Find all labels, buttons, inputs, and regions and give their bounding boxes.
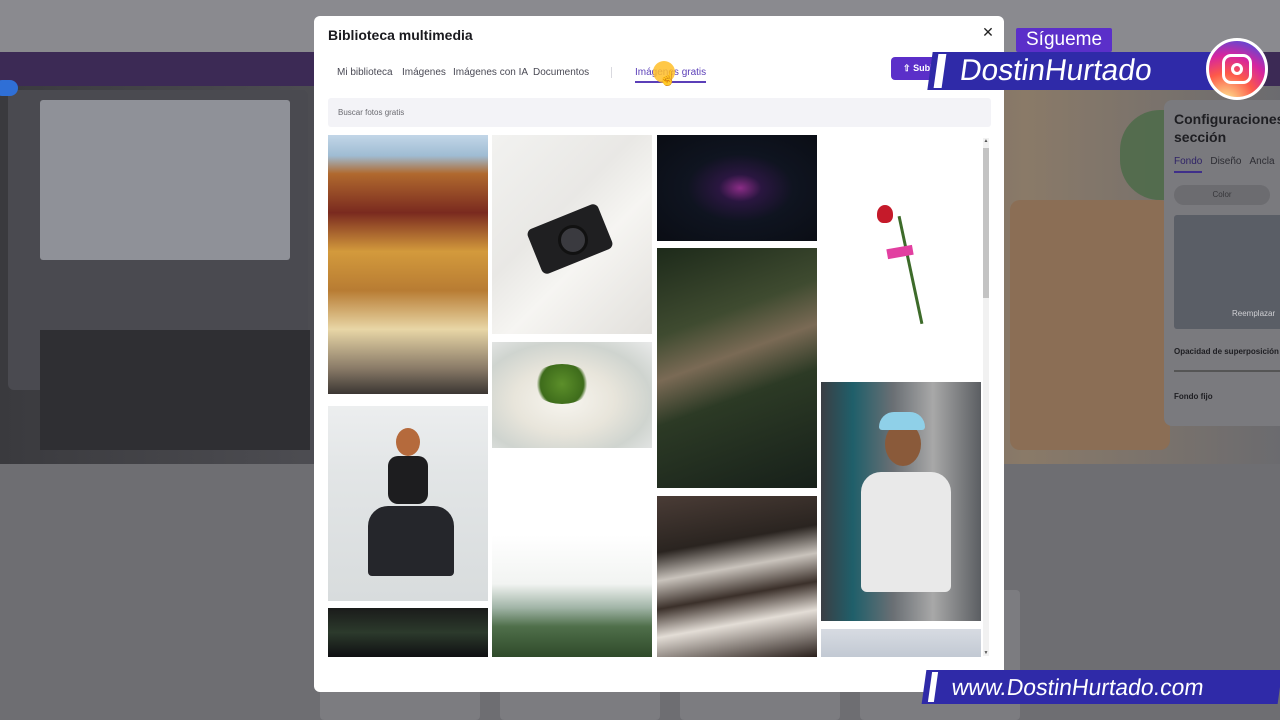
media-library-modal: Biblioteca multimedia ✕ Mi biblioteca Im… (314, 16, 1004, 692)
color-button[interactable]: Color (1174, 185, 1270, 205)
upload-icon: ⇧ (903, 63, 911, 73)
section-settings-panel: Configuraciones sección Fondo Diseño Anc… (1164, 100, 1280, 426)
image-woman-sitting[interactable] (328, 406, 488, 601)
settings-tab-diseno[interactable]: Diseño (1210, 156, 1241, 173)
fixed-background-label: Fondo fijo (1174, 392, 1213, 401)
settings-tab-fondo[interactable]: Fondo (1174, 156, 1203, 173)
image-grid (328, 135, 981, 657)
bg-cup (1010, 200, 1170, 450)
tab-separator (611, 67, 612, 78)
bg-laptop-screen (40, 100, 290, 260)
scrollbar-thumb[interactable] (983, 148, 989, 298)
image-beach-waves[interactable] (657, 496, 817, 657)
settings-tab-ancla[interactable]: Ancla (1250, 156, 1275, 173)
image-camera[interactable] (492, 135, 652, 334)
scroll-down-icon[interactable]: ▼ (983, 650, 989, 656)
image-food-plate[interactable] (492, 342, 652, 448)
image-motion-blur[interactable] (657, 248, 817, 488)
search-input[interactable] (328, 98, 991, 127)
social-overlay: Sígueme DostinHurtado (927, 28, 1280, 108)
tab-documentos[interactable]: Documentos (533, 67, 589, 78)
website-banner: www.DostinHurtado.com (921, 670, 1280, 704)
instagram-icon (1206, 38, 1268, 100)
replace-label[interactable]: Reemplazar (1232, 309, 1275, 318)
tab-mi-biblioteca[interactable]: Mi biblioteca (337, 67, 393, 78)
scrollbar[interactable]: ▲ ▼ (983, 138, 989, 656)
scroll-up-icon[interactable]: ▲ (983, 138, 989, 144)
tab-imagenes[interactable]: Imágenes (402, 67, 446, 78)
settings-tabs: Fondo Diseño Ancla (1174, 156, 1280, 173)
image-blank[interactable] (492, 455, 652, 535)
image-mountain[interactable] (492, 535, 652, 657)
settings-title: Configuraciones sección (1174, 111, 1280, 145)
image-man-cap[interactable] (821, 382, 981, 621)
image-dark-lights[interactable] (328, 608, 488, 657)
image-jellyfish[interactable] (657, 135, 817, 241)
image-temple[interactable] (328, 135, 488, 394)
hand-cursor-icon: ☝ (659, 70, 677, 86)
section-pill (0, 80, 18, 96)
image-sky[interactable] (821, 629, 981, 657)
background-preview[interactable]: Reemplazar (1174, 215, 1280, 329)
handle-banner: DostinHurtado (927, 52, 1233, 90)
tab-imagenes-ia[interactable]: Imágenes con IA (453, 67, 528, 78)
opacity-label: Opacidad de superposición (1174, 347, 1279, 356)
modal-title: Biblioteca multimedia (328, 27, 473, 43)
follow-label: Sígueme (1016, 28, 1113, 52)
opacity-slider[interactable] (1174, 370, 1280, 372)
bg-keyboard (40, 330, 310, 450)
image-rose[interactable] (821, 135, 981, 375)
